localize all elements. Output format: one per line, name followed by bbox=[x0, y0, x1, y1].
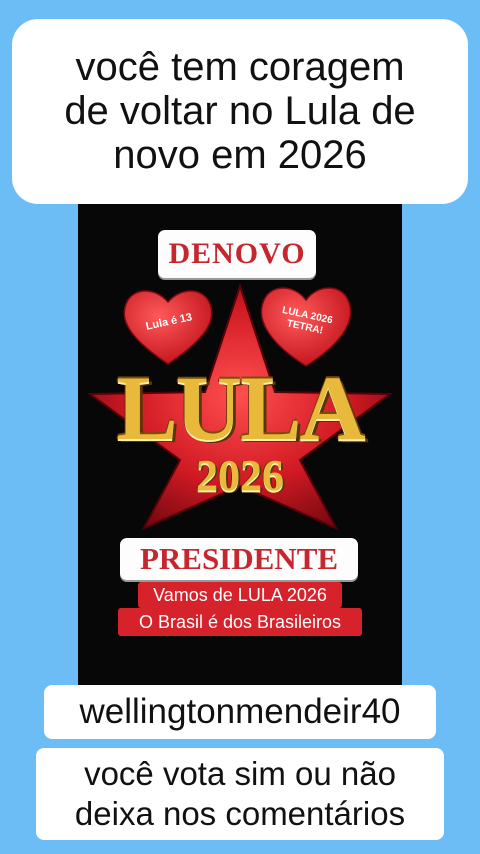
denovo-label: DENOVO bbox=[158, 230, 316, 278]
username-label: wellingtonmendeir40 bbox=[44, 685, 436, 739]
caption-line-1: você tem coragem bbox=[75, 45, 405, 89]
caption-card: você tem coragem de voltar no Lula de no… bbox=[12, 19, 468, 204]
question-line-2: deixa nos comentários bbox=[74, 795, 406, 832]
question-line-1: você vota sim ou não bbox=[84, 755, 396, 792]
question-card: você vota sim ou não deixa nos comentári… bbox=[36, 748, 444, 840]
lula-title: LULA bbox=[116, 357, 366, 459]
slogan-line-2: O Brasil é dos Brasileiros bbox=[118, 608, 362, 636]
caption-line-3: novo em 2026 bbox=[113, 133, 367, 177]
caption-line-2: de voltar no Lula de bbox=[64, 89, 416, 133]
campaign-poster-image: DENOVO Lula é 13 LULA 2026 TETRA! LULA 2… bbox=[78, 204, 402, 690]
presidente-label: PRESIDENTE bbox=[120, 538, 358, 580]
year-label: 2026 bbox=[196, 451, 284, 500]
slogan-line-1: Vamos de LULA 2026 bbox=[138, 582, 342, 608]
